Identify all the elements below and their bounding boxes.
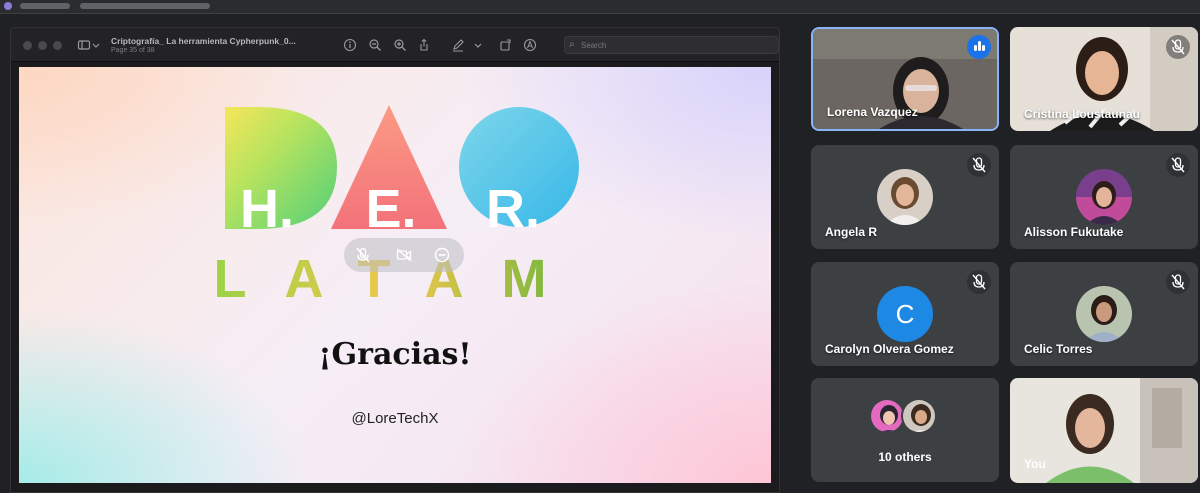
dao-her-latam-logo: H. E. R. LATAM [214,105,579,309]
logo-letter-e: E. [365,179,416,239]
markup-icon[interactable] [451,38,465,52]
share-icon[interactable] [417,38,431,52]
self-label: You [1024,457,1046,471]
participant-tile[interactable]: C Carolyn Olvera Gomez [811,262,999,366]
others-label: 10 others [878,450,932,464]
participant-name: Lorena Vazquez [827,105,918,119]
presenter-controls [344,238,464,272]
avatar: C [877,286,933,342]
participant-name: Celic Torres [1024,342,1093,356]
participant-tile[interactable]: Alisson Fukutake [1010,145,1198,249]
logo-letter-r: R. [486,179,540,239]
window-zoom-button[interactable] [53,41,62,50]
remove-icon[interactable] [433,246,451,264]
participant-tile[interactable]: Celic Torres [1010,262,1198,366]
annotate-icon[interactable] [523,38,537,52]
window-minimize-button[interactable] [38,41,47,50]
self-view-tile[interactable]: You [1010,378,1198,483]
document-title: Criptografía_ La herramienta Cypherpunk_… [111,36,296,46]
camera-off-icon[interactable] [395,246,413,264]
participant-name: Alisson Fukutake [1024,225,1124,239]
mic-off-icon [967,270,991,294]
mic-off-icon [1166,35,1190,59]
mic-off-icon [967,153,991,177]
chevron-down-icon[interactable] [473,38,483,52]
participant-tile[interactable]: Lorena Vazquez [811,27,999,131]
zoom-out-icon[interactable] [368,38,382,52]
others-avatars [869,398,943,436]
avatar [1076,169,1132,225]
slide: H. E. R. LATAM ¡Gracias! @LoreTechX [19,67,771,483]
page-indicator: Page 35 of 38 [111,47,155,54]
chevron-down-icon[interactable] [91,38,101,52]
mic-off-icon[interactable] [354,246,372,264]
info-icon[interactable] [343,38,357,52]
preview-toolbar: Criptografía_ La herramienta Cypherpunk_… [11,28,779,62]
zoom-in-icon[interactable] [393,38,407,52]
mic-off-icon [1166,153,1190,177]
rotate-icon[interactable] [499,38,513,52]
others-tile[interactable]: 10 others [811,378,999,482]
participant-tile[interactable]: Angela R [811,145,999,249]
search-icon: ⌕ [569,39,575,50]
top-bar-text [20,3,70,9]
search-input[interactable] [581,39,771,51]
mic-off-icon [1166,270,1190,294]
top-bar [0,0,1200,14]
search-field[interactable]: ⌕ [564,36,779,54]
avatar [1076,286,1132,342]
slide-handle: @LoreTechX [351,410,439,427]
participant-name: Carolyn Olvera Gomez [825,342,954,356]
shared-screen: Criptografía_ La herramienta Cypherpunk_… [10,27,780,493]
participant-name: Angela R [825,225,878,239]
window-close-button[interactable] [23,41,32,50]
logo-letter-h: H. [240,179,294,239]
meeting-window: Criptografía_ La herramienta Cypherpunk_… [0,0,1200,493]
avatar [877,169,933,225]
avatar [869,398,905,434]
sidebar-icon[interactable] [77,38,91,52]
avatar [901,398,937,434]
app-icon [4,2,12,10]
top-bar-text [80,3,210,9]
slide-heading: ¡Gracias! [318,337,472,372]
participant-name: Cristina Loustaunau [1024,107,1141,121]
audio-level-icon [967,35,991,59]
participant-tile[interactable]: Cristina Loustaunau [1010,27,1198,131]
